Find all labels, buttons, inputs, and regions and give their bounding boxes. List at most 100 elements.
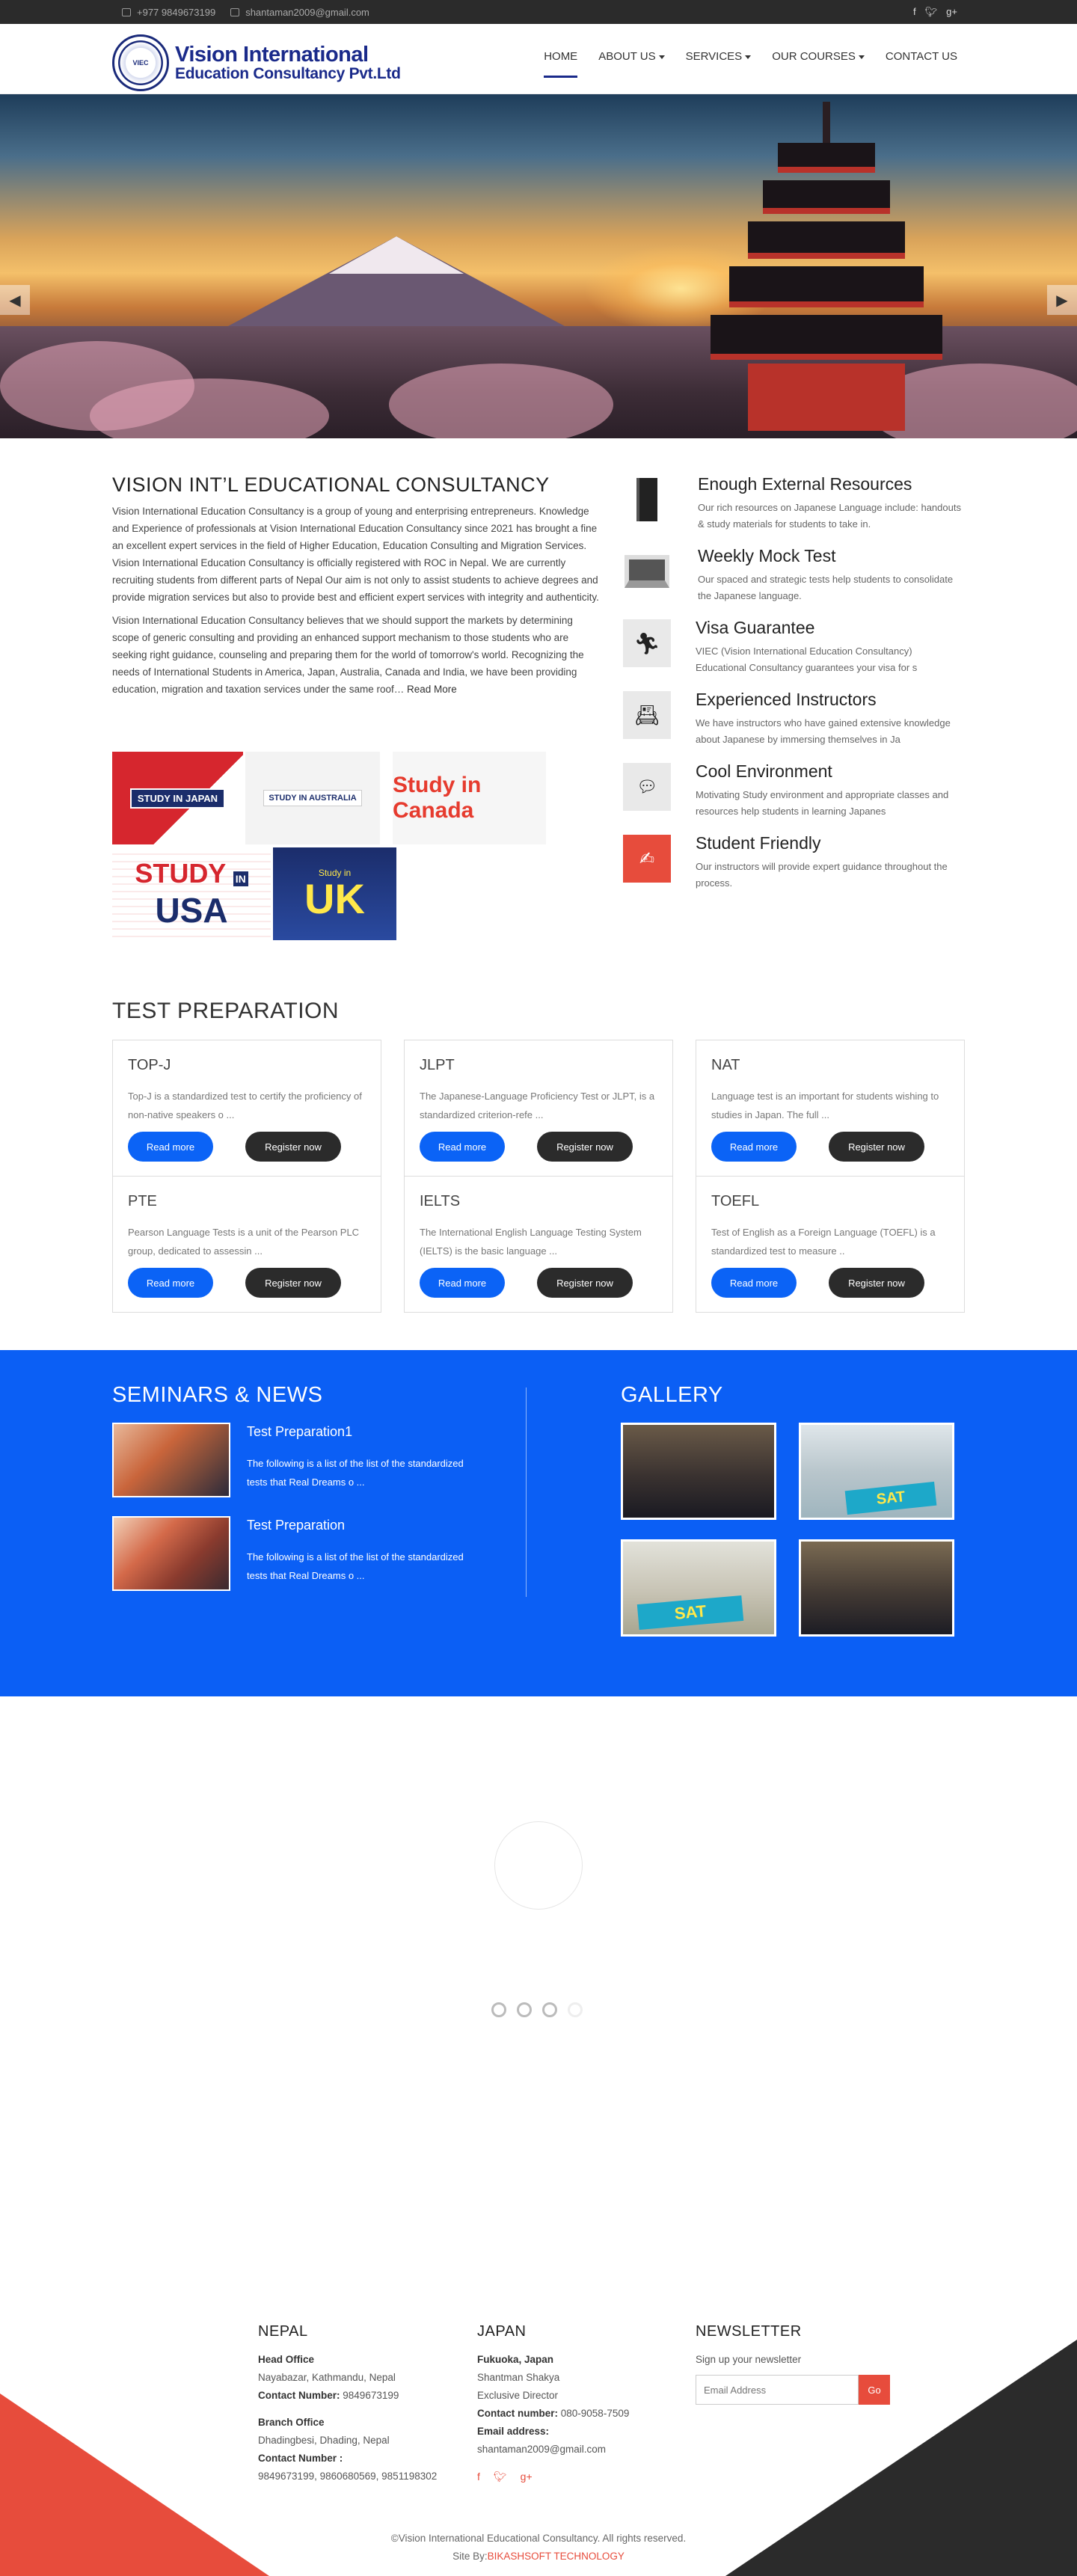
branch-office-address: Dhadingbesi, Dhading, Nepal: [258, 2435, 390, 2446]
study-in-canada-banner[interactable]: Study in Canada: [393, 752, 546, 844]
news-item[interactable]: Test Preparation1 The following is a lis…: [112, 1423, 471, 1497]
newsletter-text: Sign up your newsletter: [696, 2354, 802, 2365]
footer-nepal-title: NEPAL: [258, 2323, 308, 2340]
newsletter-form: Go: [696, 2375, 920, 2405]
translate-chat-icon: 💬︎: [623, 763, 671, 811]
laptop-icon: [623, 548, 671, 595]
feature-item: ✍︎ Student Friendly Our instructors will…: [623, 830, 967, 902]
gallery-title: GALLERY: [621, 1383, 723, 1407]
google-plus-icon[interactable]: g+: [521, 2468, 533, 2485]
study-in-australia-banner[interactable]: STUDY IN AUSTRALIA: [245, 752, 380, 844]
study-usa-top-label: STUDY: [135, 857, 226, 889]
test-card-desc: Top-J is a standardized test to certify …: [128, 1091, 362, 1120]
twitter-icon[interactable]: 🐦︎: [494, 2468, 507, 2485]
nav-contact-us[interactable]: CONTACT US: [886, 50, 957, 78]
about-paragraph-2: Vision International Education Consultan…: [112, 612, 600, 698]
read-more-button[interactable]: Read more: [128, 1132, 213, 1162]
carousel-dots: [491, 2002, 583, 2017]
footer-nepal: NEPAL Head Office Nayabazar, Kathmandu, …: [258, 2322, 460, 2485]
facebook-icon[interactable]: f: [477, 2468, 480, 2485]
id-card-icon: 📇︎: [623, 691, 671, 739]
features-list: Enough External Resources Our rich resou…: [623, 471, 967, 902]
newsletter-title: NEWSLETTER: [696, 2323, 802, 2340]
test-card-toefl: TOEFL Test of English as a Foreign Langu…: [696, 1176, 965, 1313]
site-logo[interactable]: VIEC Vision International Education Cons…: [112, 34, 401, 91]
google-plus-icon[interactable]: g+: [946, 6, 957, 18]
feature-item: 🏃︎ Visa Guarantee VIEC (Vision Internati…: [623, 615, 967, 687]
read-more-button[interactable]: Read more: [420, 1132, 505, 1162]
carousel-dot[interactable]: [517, 2002, 532, 2017]
branch-office-phones: 9849673199, 9860680569, 9851198302: [258, 2471, 438, 2482]
read-more-button[interactable]: Read more: [128, 1268, 213, 1298]
register-now-button[interactable]: Register now: [537, 1268, 633, 1298]
news-thumbnail[interactable]: [112, 1423, 230, 1497]
newsletter-email-input[interactable]: [696, 2375, 859, 2405]
contact-number-label: Contact Number:: [258, 2390, 340, 2401]
gallery-image-group-photo[interactable]: [621, 1423, 776, 1520]
hero-prev-button[interactable]: ◀: [0, 285, 30, 315]
hero-pagoda: [688, 102, 1002, 431]
top-contact: +977 9849673199 shantaman2009@gmail.com: [122, 7, 369, 18]
register-now-button[interactable]: Register now: [245, 1132, 341, 1162]
news-title[interactable]: Test Preparation: [247, 1518, 345, 1533]
news-title[interactable]: Test Preparation1: [247, 1424, 352, 1440]
caret-down-icon: [658, 55, 665, 59]
feature-title: Experienced Instructors: [696, 690, 877, 709]
nav-our-courses-label: OUR COURSES: [772, 50, 856, 63]
facebook-icon[interactable]: f: [913, 6, 916, 18]
register-now-button[interactable]: Register now: [537, 1132, 633, 1162]
japan-contact-label: Contact number:: [477, 2408, 558, 2419]
logo-line1: Vision International: [175, 42, 369, 67]
caret-down-icon: [745, 55, 752, 59]
news-thumbnail[interactable]: [112, 1516, 230, 1591]
nav-our-courses[interactable]: OUR COURSES: [772, 50, 865, 78]
nav-home-label: HOME: [544, 50, 578, 63]
news-item[interactable]: Test Preparation The following is a list…: [112, 1516, 471, 1591]
test-card-desc: Test of English as a Foreign Language (T…: [711, 1227, 936, 1257]
nav-home[interactable]: HOME: [544, 50, 578, 78]
japan-email[interactable]: shantaman2009@gmail.com: [477, 2441, 679, 2459]
feature-item: Weekly Mock Test Our spaced and strategi…: [623, 543, 967, 615]
test-card-jlpt: JLPT The Japanese-Language Proficiency T…: [404, 1040, 673, 1177]
gallery-image-group-photo-2[interactable]: [799, 1539, 954, 1637]
newsletter-go-button[interactable]: Go: [859, 2375, 890, 2405]
study-in-usa-banner[interactable]: STUDY IN USA: [112, 847, 271, 940]
register-now-button[interactable]: Register now: [829, 1268, 924, 1298]
chevron-right-icon: ▶: [1056, 292, 1068, 309]
about-paragraph-2-text: Vision International Education Consultan…: [112, 615, 584, 695]
email-contact[interactable]: shantaman2009@gmail.com: [230, 7, 369, 18]
nav-services[interactable]: SERVICES: [686, 50, 752, 78]
register-now-button[interactable]: Register now: [829, 1132, 924, 1162]
footer-social: f 🐦︎ g+: [477, 2468, 679, 2485]
register-now-button[interactable]: Register now: [245, 1268, 341, 1298]
gallery-image-sat[interactable]: SAT: [799, 1423, 954, 1520]
study-in-japan-banner[interactable]: STUDY IN JAPAN: [112, 752, 243, 844]
read-more-button[interactable]: Read more: [711, 1268, 797, 1298]
about-paragraph-1: Vision International Education Consultan…: [112, 506, 599, 603]
seminars-title: SEMINARS & NEWS: [112, 1383, 323, 1407]
twitter-icon[interactable]: 🐦︎: [925, 6, 938, 18]
branch-office-label: Branch Office: [258, 2417, 325, 2428]
branch-contact-label: Contact Number :: [258, 2453, 343, 2464]
hero-slider: ◀ ▶: [0, 94, 1077, 438]
footer-japan-title: JAPAN: [477, 2323, 527, 2340]
running-person-icon: 🏃︎: [623, 619, 671, 667]
carousel-dot-active[interactable]: [568, 2002, 583, 2017]
japan-phone: 080-9058-7509: [560, 2408, 630, 2419]
developer-link[interactable]: BIKASHSOFT TECHNOLOGY: [488, 2551, 625, 2562]
read-more-button[interactable]: Read more: [711, 1132, 797, 1162]
hero-mountain-snow: [329, 236, 464, 274]
logo-text: Vision International Education Consultan…: [175, 43, 401, 82]
read-more-button[interactable]: Read more: [420, 1268, 505, 1298]
phone-contact[interactable]: +977 9849673199: [122, 7, 215, 18]
test-card-desc: Pearson Language Tests is a unit of the …: [128, 1227, 360, 1257]
nav-about-us[interactable]: ABOUT US: [598, 50, 665, 78]
about-read-more-link[interactable]: Read More: [407, 684, 457, 695]
study-in-uk-banner[interactable]: Study in UK: [273, 847, 396, 940]
carousel-dot[interactable]: [491, 2002, 506, 2017]
feature-item: Enough External Resources Our rich resou…: [623, 471, 967, 543]
hero-next-button[interactable]: ▶: [1047, 285, 1077, 315]
gallery-image-sat-2[interactable]: SAT: [621, 1539, 776, 1637]
news-desc: The following is a list of the list of t…: [247, 1551, 464, 1581]
carousel-dot[interactable]: [542, 2002, 557, 2017]
